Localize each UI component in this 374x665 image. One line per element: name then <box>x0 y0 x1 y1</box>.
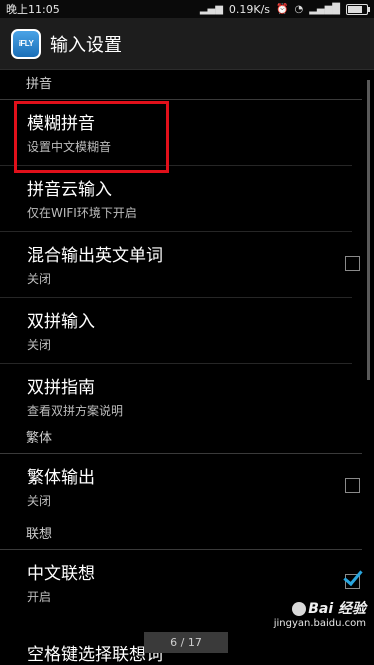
watermark-brand: Bai 经验 <box>308 601 366 617</box>
network-speed: 0.19K/s <box>228 2 271 16</box>
watermark-line1: Bai 经验 <box>274 598 366 618</box>
mixed-english-checkbox[interactable] <box>345 256 360 271</box>
setting-summary: 关闭 <box>27 494 52 508</box>
setting-fuzzy-pinyin[interactable]: 模糊拼音 设置中文模糊音 <box>0 100 352 166</box>
scrollbar-thumb[interactable] <box>367 80 370 380</box>
cell-signal-icon: ▂▄▆█ <box>309 3 340 15</box>
watermark: Bai 经验 jingyan.baidu.com <box>274 598 366 629</box>
status-icons: ▂▄▆ 0.19K/s ⏰ ◔ ▂▄▆█ <box>199 2 370 16</box>
chinese-prediction-checkbox[interactable] <box>343 565 363 589</box>
setting-title: 拼音云输入 <box>27 180 112 200</box>
setting-shuangpin-guide[interactable]: 双拼指南 查看双拼方案说明 <box>0 364 352 424</box>
setting-title: 模糊拼音 <box>27 114 95 134</box>
wifi-icon: ◔ <box>294 3 304 15</box>
setting-shuangpin-input[interactable]: 双拼输入 关闭 <box>0 298 352 364</box>
setting-title: 双拼输入 <box>27 312 95 332</box>
setting-summary: 关闭 <box>27 272 52 286</box>
setting-cloud-input[interactable]: 拼音云输入 仅在WIFI环境下开启 <box>0 166 352 232</box>
app-icon-text: iFLY <box>18 39 34 48</box>
setting-title: 双拼指南 <box>27 378 95 398</box>
setting-summary: 查看双拼方案说明 <box>27 404 124 418</box>
section-header-traditional: 繁体 <box>0 424 362 454</box>
alarm-icon: ⏰ <box>276 3 289 15</box>
setting-title: 繁体输出 <box>27 468 95 488</box>
signal-icon: ▂▄▆ <box>199 3 223 15</box>
app-icon[interactable]: iFLY <box>11 28 41 59</box>
battery-icon <box>346 3 370 15</box>
battery-level <box>348 5 362 13</box>
paw-icon <box>292 602 307 616</box>
setting-mixed-english[interactable]: 混合输出英文单词 关闭 <box>0 232 360 298</box>
setting-title: 混合输出英文单词 <box>27 246 163 266</box>
page-title: 输入设置 <box>50 34 122 56</box>
page-indicator: 6 / 17 <box>144 632 228 653</box>
settings-list[interactable]: 拼音 模糊拼音 设置中文模糊音 拼音云输入 仅在WIFI环境下开启 混合输出英文… <box>0 70 374 653</box>
setting-summary: 关闭 <box>27 338 52 352</box>
status-bar: 晚上11:05 ▂▄▆ 0.19K/s ⏰ ◔ ▂▄▆█ <box>0 0 374 18</box>
setting-title: 中文联想 <box>27 564 95 584</box>
setting-summary: 设置中文模糊音 <box>27 140 112 154</box>
traditional-output-checkbox[interactable] <box>345 478 360 493</box>
setting-traditional-output[interactable]: 繁体输出 关闭 <box>0 454 360 520</box>
watermark-url: jingyan.baidu.com <box>273 618 366 629</box>
status-time: 晚上11:05 <box>6 3 60 16</box>
action-bar: iFLY 输入设置 <box>0 18 374 70</box>
section-header-pinyin: 拼音 <box>0 70 362 100</box>
setting-summary: 仅在WIFI环境下开启 <box>27 206 137 220</box>
section-header-prediction: 联想 <box>0 520 362 550</box>
